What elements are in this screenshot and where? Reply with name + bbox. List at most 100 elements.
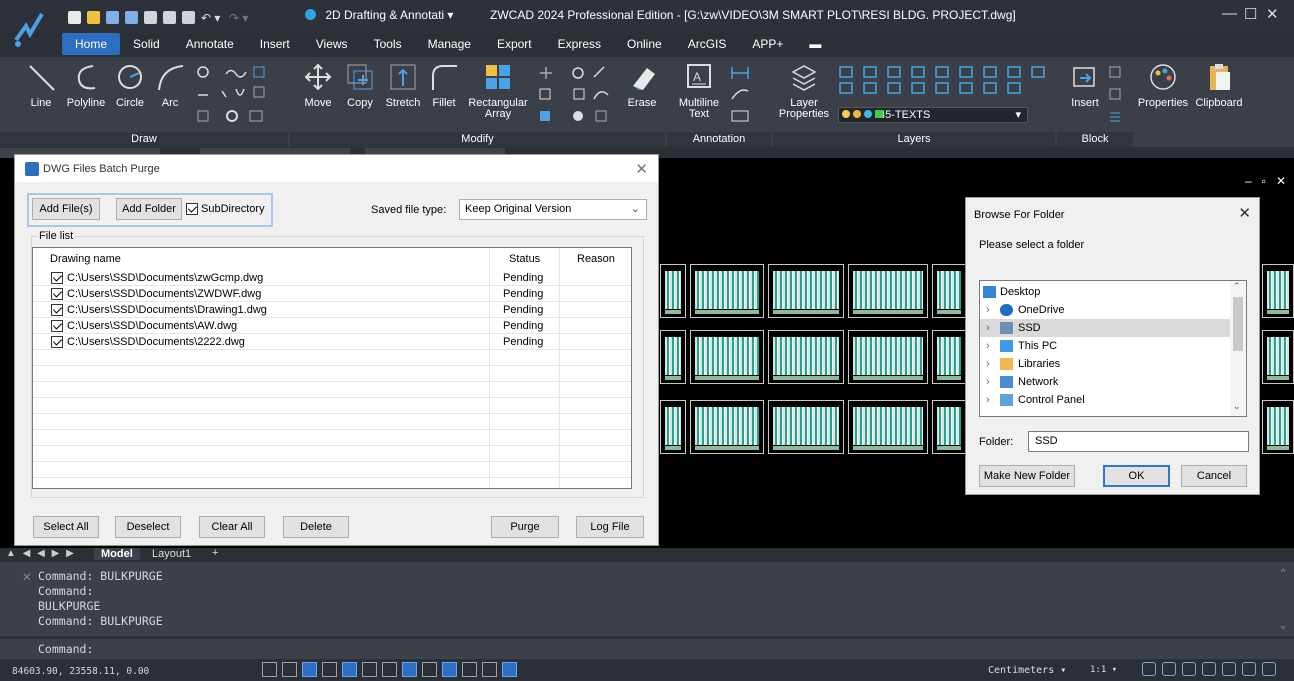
table-row[interactable]: C:\Users\SSD\Documents\ZWDWF.dwg Pending	[33, 286, 631, 302]
polyline-button[interactable]: Polyline	[62, 62, 110, 109]
stretch-button[interactable]: Stretch	[382, 62, 424, 109]
lock-icon[interactable]	[1222, 662, 1236, 676]
tab-tools[interactable]: Tools	[361, 33, 415, 55]
close-icon[interactable]: ✕	[1238, 204, 1251, 222]
plot-icon[interactable]	[144, 10, 157, 24]
table-row[interactable]: C:\Users\SSD\Documents\AW.dwg Pending	[33, 318, 631, 334]
minimize-icon[interactable]: –	[1245, 174, 1252, 188]
tab-manage[interactable]: Manage	[415, 33, 484, 55]
saved-file-type-select[interactable]: Keep Original Version ⌄	[459, 199, 647, 220]
file-checkbox[interactable]	[51, 288, 63, 300]
add-layout-button[interactable]: +	[212, 547, 218, 559]
ok-button[interactable]: OK	[1103, 465, 1170, 487]
draw-tools-icon[interactable]	[196, 65, 266, 125]
grid-icon[interactable]	[262, 662, 277, 677]
file-list-table[interactable]: Drawing name Status Reason C:\Users\SSD\…	[32, 247, 632, 489]
tab-annotate[interactable]: Annotate	[173, 33, 247, 55]
scroll-up-icon[interactable]: ⌃	[1233, 281, 1241, 292]
print-icon[interactable]	[163, 10, 176, 24]
scroll-up-icon[interactable]: ⌃	[1280, 568, 1286, 579]
annotation-scale[interactable]: 1:1 ▾	[1090, 665, 1117, 675]
dyn-icon[interactable]	[402, 662, 417, 677]
multiline-text-button[interactable]: A Multiline Text	[676, 62, 722, 120]
cancel-button[interactable]: Cancel	[1181, 465, 1247, 487]
quick-properties-icon[interactable]	[462, 662, 477, 677]
tab-online[interactable]: Online	[614, 33, 675, 55]
scroll-down-icon[interactable]: ⌄	[1233, 401, 1241, 412]
ducs-icon[interactable]	[382, 662, 397, 677]
polar-icon[interactable]	[322, 662, 337, 677]
properties-button[interactable]: Properties	[1136, 62, 1190, 109]
tab-express[interactable]: Express	[545, 33, 614, 55]
clipboard-button[interactable]: Clipboard	[1192, 62, 1246, 109]
arc-button[interactable]: Arc	[154, 62, 186, 109]
clear-all-button[interactable]: Clear All	[199, 516, 265, 538]
otrack-icon[interactable]	[362, 662, 377, 677]
copy-button[interactable]: Copy	[342, 62, 378, 109]
add-files-button[interactable]: Add File(s)	[32, 198, 100, 220]
tab-arcgis[interactable]: ArcGIS	[675, 33, 740, 55]
chevron-right-icon[interactable]: ›	[986, 355, 990, 373]
erase-button[interactable]: Erase	[622, 62, 662, 109]
tab-model[interactable]: Model	[94, 548, 140, 560]
table-row[interactable]: C:\Users\SSD\Documents\2222.dwg Pending	[33, 334, 631, 350]
dimension-tools-icon[interactable]	[730, 65, 762, 125]
table-row[interactable]: C:\Users\SSD\Documents\Drawing1.dwg Pend…	[33, 302, 631, 318]
insert-block-button[interactable]: Insert	[1066, 62, 1104, 109]
layout-nav-icons[interactable]: ▲ ◀ ◀ ▶ ▶	[6, 548, 76, 559]
open-icon[interactable]	[87, 10, 100, 24]
save-icon[interactable]	[106, 10, 119, 24]
file-checkbox[interactable]	[51, 304, 63, 316]
tab-home[interactable]: Home	[62, 33, 121, 55]
tab-layout1[interactable]: Layout1	[152, 548, 191, 560]
undo-icon[interactable]: ↶ ▾	[201, 11, 223, 25]
block-tools-icon[interactable]	[1108, 65, 1124, 125]
new-icon[interactable]	[68, 10, 81, 24]
rectangular-array-button[interactable]: Rectangular Array	[466, 62, 530, 120]
save-as-icon[interactable]	[125, 10, 138, 24]
column-header-reason[interactable]: Reason	[577, 248, 615, 270]
chevron-right-icon[interactable]: ›	[986, 373, 990, 391]
restore-icon[interactable]: ▫	[1262, 174, 1266, 188]
layer-tools-icon[interactable]	[838, 65, 1052, 95]
column-header-status[interactable]: Status	[509, 248, 540, 270]
gear-icon[interactable]	[1202, 662, 1216, 676]
close-icon[interactable]: ✕	[1266, 5, 1279, 23]
chevron-right-icon[interactable]: ›	[986, 301, 990, 319]
zwcad-logo-icon[interactable]	[8, 4, 56, 52]
subdirectory-checkbox[interactable]	[186, 203, 198, 215]
close-icon[interactable]: ✕	[1276, 174, 1286, 188]
maximize-icon[interactable]: ☐	[1244, 5, 1257, 23]
ribbon-minimize-icon[interactable]: ▬	[796, 33, 834, 55]
tab-views[interactable]: Views	[303, 33, 361, 55]
circle-button[interactable]: Circle	[112, 62, 148, 109]
chevron-right-icon[interactable]: ›	[986, 391, 990, 409]
select-all-button[interactable]: Select All	[33, 516, 99, 538]
lineweight-icon[interactable]	[422, 662, 437, 677]
chevron-right-icon[interactable]: ›	[986, 337, 990, 355]
layer-properties-button[interactable]: Layer Properties	[776, 62, 832, 120]
transparency-icon[interactable]	[442, 662, 457, 677]
log-file-button[interactable]: Log File	[576, 516, 644, 538]
folder-input[interactable]: SSD	[1028, 431, 1249, 452]
purge-button[interactable]: Purge	[491, 516, 559, 538]
fillet-button[interactable]: Fillet	[428, 62, 460, 109]
units-selector[interactable]: Centimeters ▾	[988, 665, 1066, 676]
auto-scale-icon[interactable]	[1162, 662, 1176, 676]
osnap-icon[interactable]	[342, 662, 357, 677]
delete-button[interactable]: Delete	[283, 516, 349, 538]
ortho-icon[interactable]	[302, 662, 317, 677]
scrollbar-thumb[interactable]	[1233, 297, 1243, 351]
annotation-visibility-icon[interactable]	[1142, 662, 1156, 676]
tab-export[interactable]: Export	[484, 33, 545, 55]
selection-cycling-icon[interactable]	[482, 662, 497, 677]
minimize-icon[interactable]: —	[1222, 5, 1237, 22]
file-checkbox[interactable]	[51, 272, 63, 284]
tab-insert[interactable]: Insert	[247, 33, 303, 55]
tab-app-plus[interactable]: APP+	[739, 33, 796, 55]
fullscreen-icon[interactable]	[1242, 662, 1256, 676]
table-row[interactable]: C:\Users\SSD\Documents\zwGcmp.dwg Pendin…	[33, 270, 631, 286]
workspace-selector[interactable]: 2D Drafting & Annotati ▾	[305, 8, 453, 22]
add-folder-button[interactable]: Add Folder	[116, 198, 182, 220]
column-header-name[interactable]: Drawing name	[50, 248, 121, 270]
